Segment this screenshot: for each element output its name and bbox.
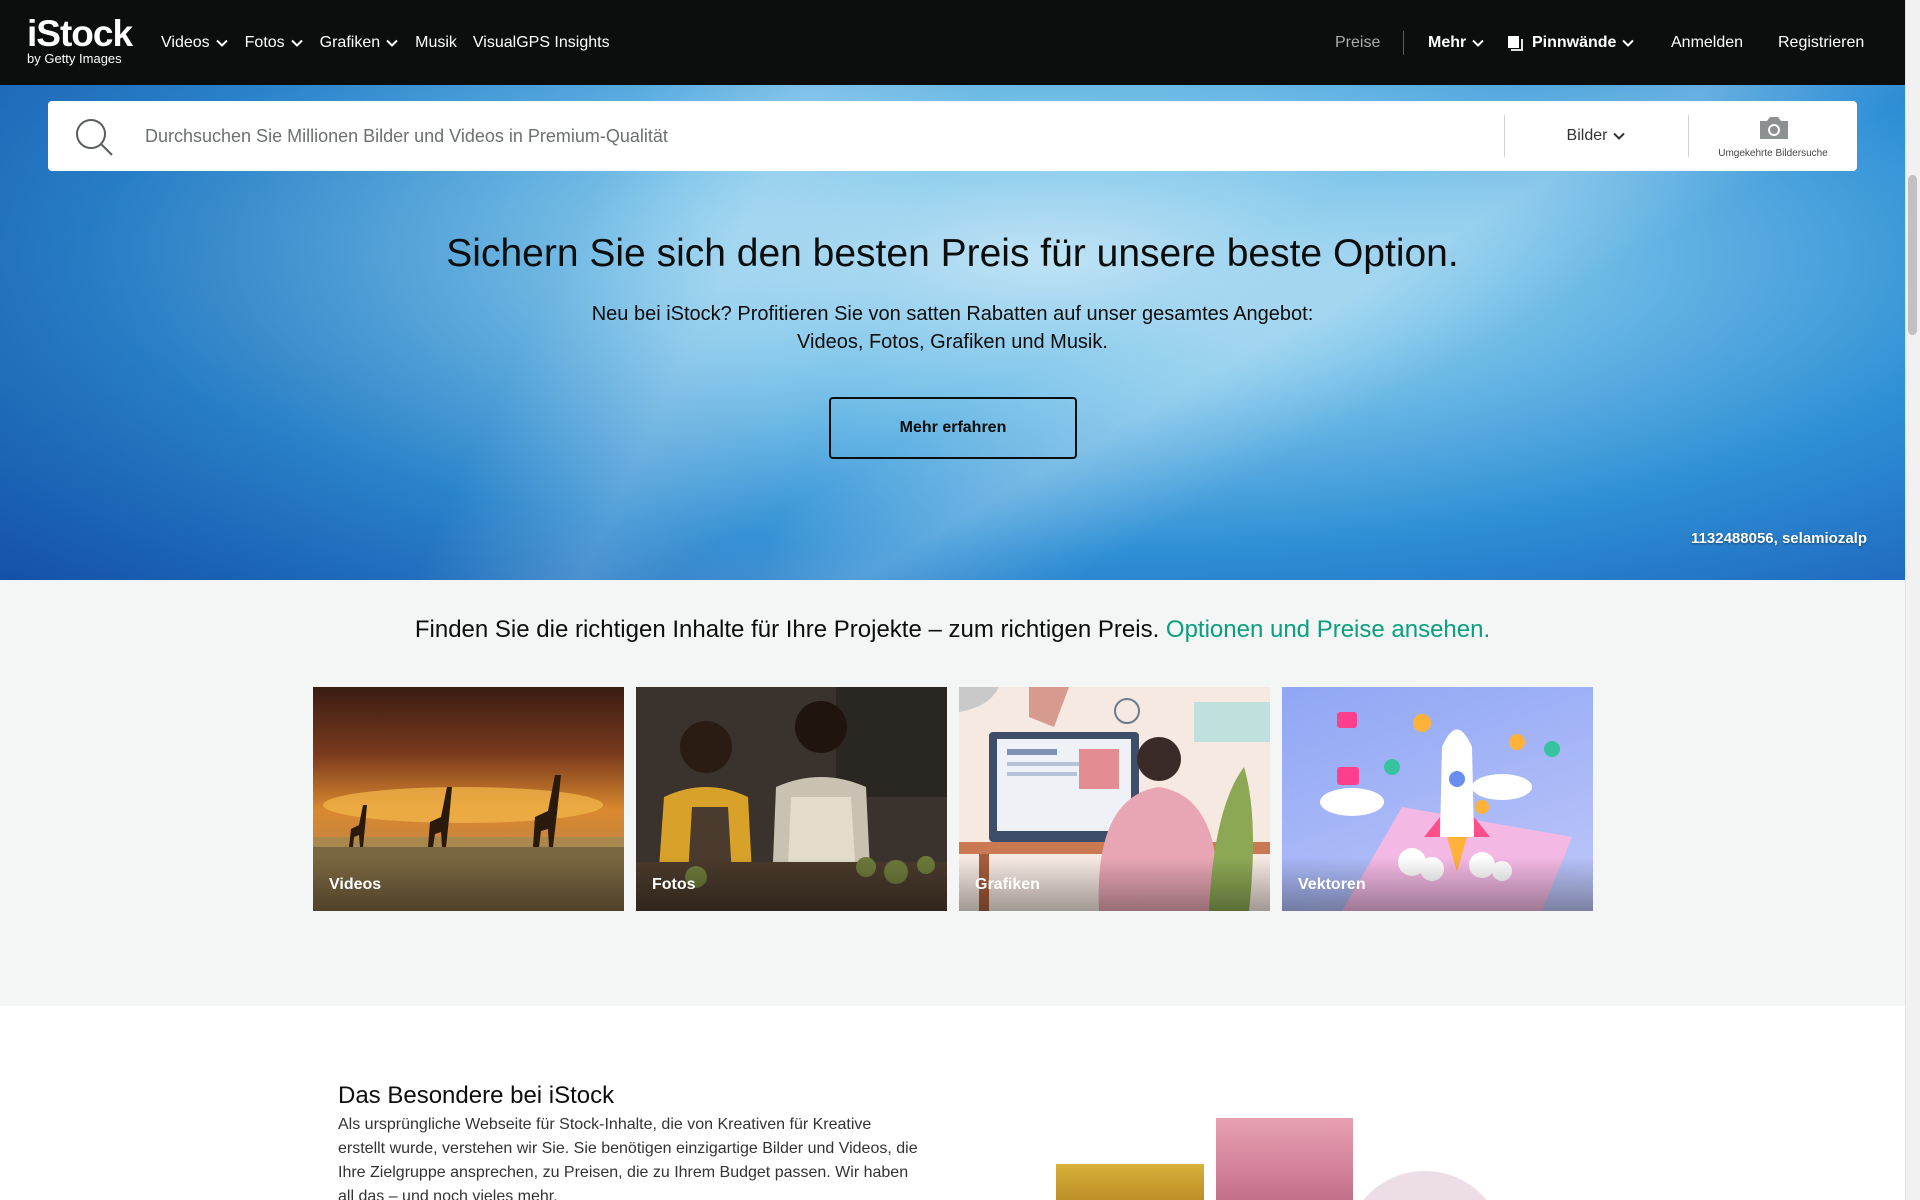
tile-label: Videos [329,876,382,893]
category-tile-vektoren[interactable]: Vektoren [1282,687,1593,911]
top-navigation: iStock by Getty Images Videos Fotos Graf… [0,0,1905,85]
hero-title: Sichern Sie sich den besten Preis für un… [446,232,1459,275]
chevron-down-icon [386,39,398,47]
search-icon[interactable] [74,117,114,157]
nav-videos-label: Videos [161,33,210,51]
chevron-down-icon [290,39,303,47]
collage-image-yellow [1056,1164,1204,1200]
category-tile-grafiken[interactable]: Grafiken [959,687,1270,911]
boards-icon [1508,35,1523,51]
nav-registrieren[interactable]: Registrieren [1778,0,1864,85]
options-pricing-link[interactable]: Optionen und Preise ansehen. [1166,616,1490,643]
nav-visualgps[interactable]: VisualGPS Insights [473,34,610,52]
categories-intro: Finden Sie die richtigen Inhalte für Ihr… [0,616,1905,644]
media-type-label: Bilder [1566,127,1608,144]
collage-image-friends [1216,1118,1353,1200]
nav-grafiken-label: Grafiken [319,33,381,51]
categories-intro-text: Finden Sie die richtigen Inhalte für Ihr… [414,616,1160,643]
hero-subtitle-line1: Neu bei iStock? Profitieren Sie von satt… [591,303,1314,325]
nav-musik[interactable]: Musik [415,34,457,52]
nav-videos[interactable]: Videos [161,34,229,52]
chevron-down-icon [1613,132,1626,140]
tile-label: Vektoren [1298,876,1366,893]
istock-logo[interactable]: iStock by Getty Images [27,13,133,66]
nav-anmelden[interactable]: Anmelden [1671,0,1743,85]
media-type-dropdown[interactable]: Bilder [1505,101,1688,171]
image-credit: 1132488056, selamiozalp [1691,530,1867,547]
primary-nav: Videos Fotos Grafiken Musik VisualGPS In… [161,0,626,85]
nav-fotos[interactable]: Fotos [245,34,304,52]
logo-subtitle: by Getty Images [27,51,122,66]
nav-visualgps-label: VisualGPS Insights [472,33,610,51]
category-tile-fotos[interactable]: Fotos [636,687,947,911]
tile-label: Grafiken [975,876,1040,893]
camera-icon [1760,117,1788,139]
nav-mehr[interactable]: Mehr [1428,0,1485,85]
nav-mehr-label: Mehr [1428,33,1467,51]
search-bar: Bilder Umgekehrte Bildersuche [48,101,1857,171]
reverse-image-search-button[interactable]: Umgekehrte Bildersuche [1689,101,1857,171]
scrollbar-thumb[interactable] [1908,175,1917,335]
nav-grafiken[interactable]: Grafiken [320,34,399,52]
nav-preise[interactable]: Preise [1335,0,1380,85]
reverse-image-search-label: Umgekehrte Bildersuche [1718,148,1828,159]
hero-subtitle-line2: Videos, Fotos, Grafiken und Musik. [797,331,1108,353]
nav-pinnwaende-label: Pinnwände [1532,33,1617,51]
special-section: Das Besondere bei iStock Als ursprünglic… [0,1006,1905,1200]
chevron-down-icon [1472,39,1484,47]
learn-more-button[interactable]: Mehr erfahren [829,397,1077,459]
nav-pinnwaende[interactable]: Pinnwände [1507,0,1635,85]
special-text: Als ursprüngliche Webseite für Stock-Inh… [338,1116,918,1200]
page-scrollbar[interactable] [1905,0,1920,1200]
decorative-circle [1345,1171,1505,1200]
tile-label: Fotos [652,876,696,893]
chevron-down-icon [1622,39,1635,47]
search-input[interactable] [145,101,1525,171]
special-title: Das Besondere bei iStock [338,1082,615,1109]
nav-musik-label: Musik [415,33,457,51]
category-tile-videos[interactable]: Videos [313,687,624,911]
logo-wordmark: iStock [27,13,133,54]
nav-divider [1403,31,1404,55]
nav-fotos-label: Fotos [244,33,285,51]
chevron-down-icon [215,39,228,47]
hero-banner: Bilder Umgekehrte Bildersuche Sichern Si… [0,85,1905,580]
